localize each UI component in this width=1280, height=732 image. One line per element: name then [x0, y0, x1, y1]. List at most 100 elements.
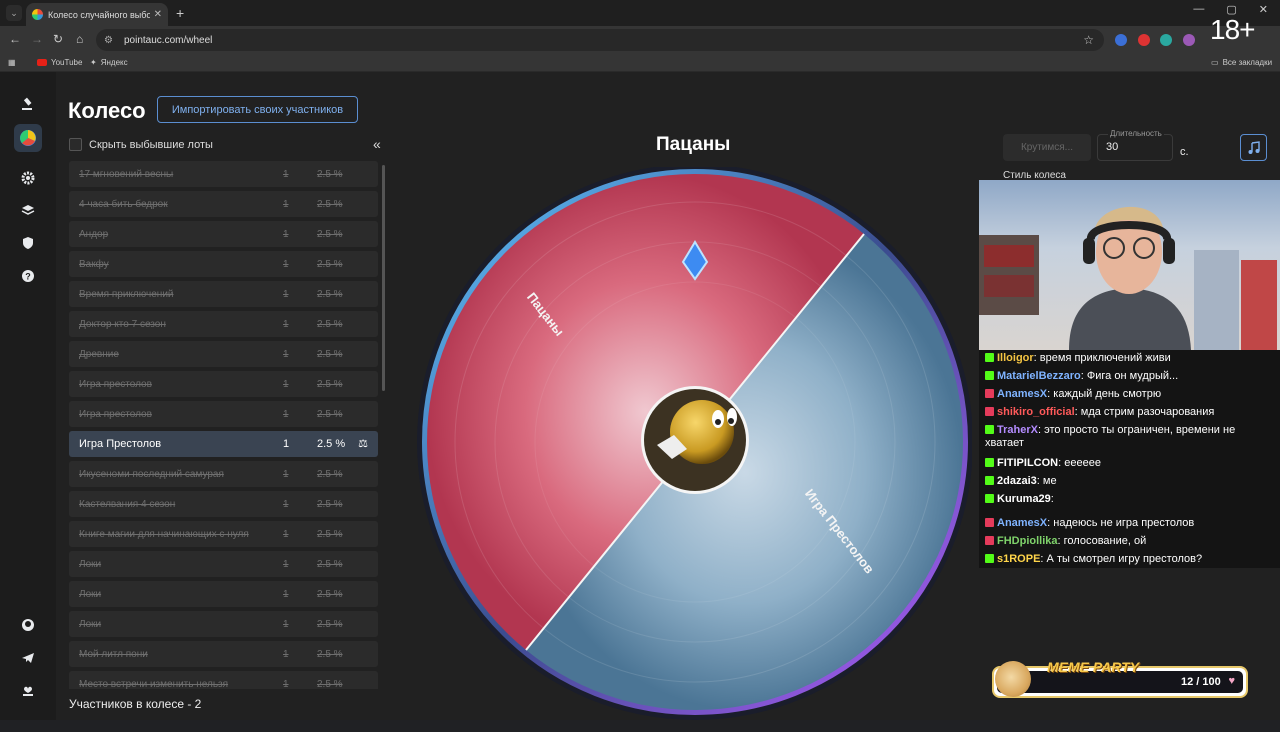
live-badge-icon [985, 389, 994, 398]
close-window-icon[interactable]: ✕ [1259, 3, 1268, 16]
chat-username[interactable]: FITIPILCON [997, 457, 1058, 469]
chat-text: надеюсь не игра престолов [1053, 517, 1195, 529]
lot-amount: 1 [283, 259, 289, 270]
extension-icon[interactable] [1183, 34, 1195, 46]
address-bar[interactable]: ⚙ pointauc.com/wheel ☆ [96, 29, 1104, 51]
lot-row[interactable]: Локи 1 2.5 % [69, 581, 378, 607]
settings-gear-icon[interactable] [14, 164, 42, 192]
lots-scrollbar[interactable] [382, 165, 385, 391]
lot-row[interactable]: Игра престолов 1 2.5 % [69, 401, 378, 427]
lot-row[interactable]: Локи 1 2.5 % [69, 551, 378, 577]
lot-row[interactable]: Мой литл пони 1 2.5 % [69, 641, 378, 667]
lot-name: Кастелвания 4 сезон [79, 499, 176, 510]
new-tab-button[interactable]: + [176, 5, 184, 21]
github-icon[interactable] [14, 611, 42, 639]
extension-icon[interactable] [1160, 34, 1172, 46]
layers-icon[interactable] [14, 197, 42, 225]
chat-message: AnamesX: каждый день смотрю [985, 388, 1274, 401]
chat-username[interactable]: Kuruma29 [997, 493, 1051, 505]
chat-username[interactable]: MatarielBezzaro [997, 370, 1081, 382]
lot-percent: 2.5 % [317, 289, 343, 300]
hide-eliminated-checkbox[interactable] [69, 138, 82, 151]
lot-percent: 2.5 % [317, 499, 343, 510]
lots-list: 17 мгновений весны 1 2.5 % 4 часа бить бедр… [69, 161, 378, 689]
lot-amount: 1 [283, 169, 289, 180]
lot-row[interactable]: 17 мгновений весны 1 2.5 % [69, 161, 378, 187]
lot-row[interactable]: Древние 1 2.5 % [69, 341, 378, 367]
meme-party-progress: 12 / 100 [1181, 676, 1221, 688]
lot-row[interactable]: Локи 1 2.5 % [69, 611, 378, 637]
lot-name: 4 часа бить бедрок [79, 199, 168, 210]
lot-amount: 1 [283, 649, 289, 660]
chat-message: AnamesX: надеюсь не игра престолов [985, 517, 1274, 530]
extension-icon[interactable] [1115, 34, 1127, 46]
svg-text:?: ? [25, 272, 31, 282]
bookmark-star-icon[interactable]: ☆ [1083, 33, 1094, 47]
chat-username[interactable]: TraherX [997, 424, 1038, 436]
lot-amount: 1 [283, 499, 289, 510]
site-info-icon[interactable]: ⚙ [104, 35, 116, 46]
browser-tab[interactable]: Колесо случайного выбора - ✕ [26, 3, 168, 26]
meme-party-title: MEME PARTY [1047, 659, 1140, 675]
minimize-icon[interactable]: — [1193, 3, 1204, 16]
lot-name: Место встречи изменить нельзя [79, 679, 229, 689]
lot-percent: 2.5 % [317, 589, 343, 600]
import-participants-button[interactable]: Импортировать своих участников [157, 96, 358, 123]
forward-icon[interactable]: → [31, 32, 43, 46]
wheel[interactable]: Пацаны Игра Престолов [412, 164, 973, 727]
donate-icon[interactable] [14, 677, 42, 705]
tab-search-button[interactable]: ⌄ [6, 5, 22, 21]
lot-percent: 2.5 % [317, 169, 343, 180]
wheel-icon[interactable] [14, 124, 42, 152]
lot-percent: 2.5 % [317, 649, 343, 660]
chat-username[interactable]: AnamesX [997, 388, 1047, 400]
lot-row[interactable]: Место встречи изменить нельзя 1 2.5 % [69, 671, 378, 689]
auction-icon[interactable] [14, 90, 42, 118]
chat-username[interactable]: Illoigor [997, 352, 1034, 364]
chat-username[interactable]: 2dazai3 [997, 475, 1037, 487]
lot-row[interactable]: Вакфу 1 2.5 % [69, 251, 378, 277]
lot-name: Время приключений [79, 289, 174, 300]
lot-row[interactable]: Икусеноми последний самурая 1 2.5 % [69, 461, 378, 487]
chat-username[interactable]: AnamesX [997, 517, 1047, 529]
chat-text: мда стрим разочарования [1080, 406, 1215, 418]
lot-amount: 1 [283, 319, 289, 330]
kick-badge-icon [985, 494, 994, 503]
back-icon[interactable]: ← [9, 32, 21, 46]
live-badge-icon [985, 518, 994, 527]
chat-text: Фига он мудрый... [1086, 370, 1179, 382]
close-tab-icon[interactable]: ✕ [154, 9, 162, 20]
extension-icon[interactable] [1138, 34, 1150, 46]
music-button[interactable] [1240, 134, 1267, 161]
lot-name: Игра Престолов [79, 438, 162, 450]
lot-row[interactable]: Доктор кто 7 сезон 1 2.5 % [69, 311, 378, 337]
shield-icon[interactable] [14, 229, 42, 257]
chat-username[interactable]: s1ROPE [997, 553, 1040, 565]
apps-icon[interactable]: ▦ [8, 58, 16, 67]
reload-icon[interactable]: ↻ [53, 32, 63, 46]
lot-row[interactable]: Книге магии для начинающих с нуля 1 2.5 % [69, 521, 378, 547]
chat-username[interactable]: FHDpiollika [997, 535, 1058, 547]
telegram-icon[interactable] [14, 644, 42, 672]
duration-label: Длительность [1108, 129, 1164, 138]
bookmark-yandex[interactable]: ✦ Яндекс [90, 58, 128, 67]
all-bookmarks[interactable]: ▭ Все закладки [1211, 58, 1272, 67]
chat-text: ме [1042, 475, 1057, 487]
help-icon[interactable]: ? [14, 262, 42, 290]
lot-row[interactable]: 4 часа бить бедрок 1 2.5 % [69, 191, 378, 217]
gavel-icon[interactable]: ⚖ [358, 437, 368, 450]
bookmark-youtube[interactable]: YouTube [37, 58, 82, 67]
lot-row[interactable]: Кастелвания 4 сезон 1 2.5 % [69, 491, 378, 517]
chat-username[interactable]: shikiro_official [997, 406, 1075, 418]
spin-button[interactable]: Крутимся... [1003, 134, 1091, 161]
lot-row[interactable]: Игра Престолов 1 2.5 % ⚖ [69, 431, 378, 457]
lot-row[interactable]: Андор 1 2.5 % [69, 221, 378, 247]
lot-row[interactable]: Время приключений 1 2.5 % [69, 281, 378, 307]
lot-percent: 2.5 % [317, 409, 343, 420]
lot-name: Доктор кто 7 сезон [79, 319, 166, 330]
lot-row[interactable]: Игра престолов 1 2.5 % [69, 371, 378, 397]
collapse-panel-icon[interactable]: « [373, 136, 381, 152]
home-icon[interactable]: ⌂ [76, 32, 83, 46]
hide-eliminated-toggle[interactable]: Скрыть выбывшие лоты [69, 138, 213, 151]
lot-amount: 1 [283, 589, 289, 600]
